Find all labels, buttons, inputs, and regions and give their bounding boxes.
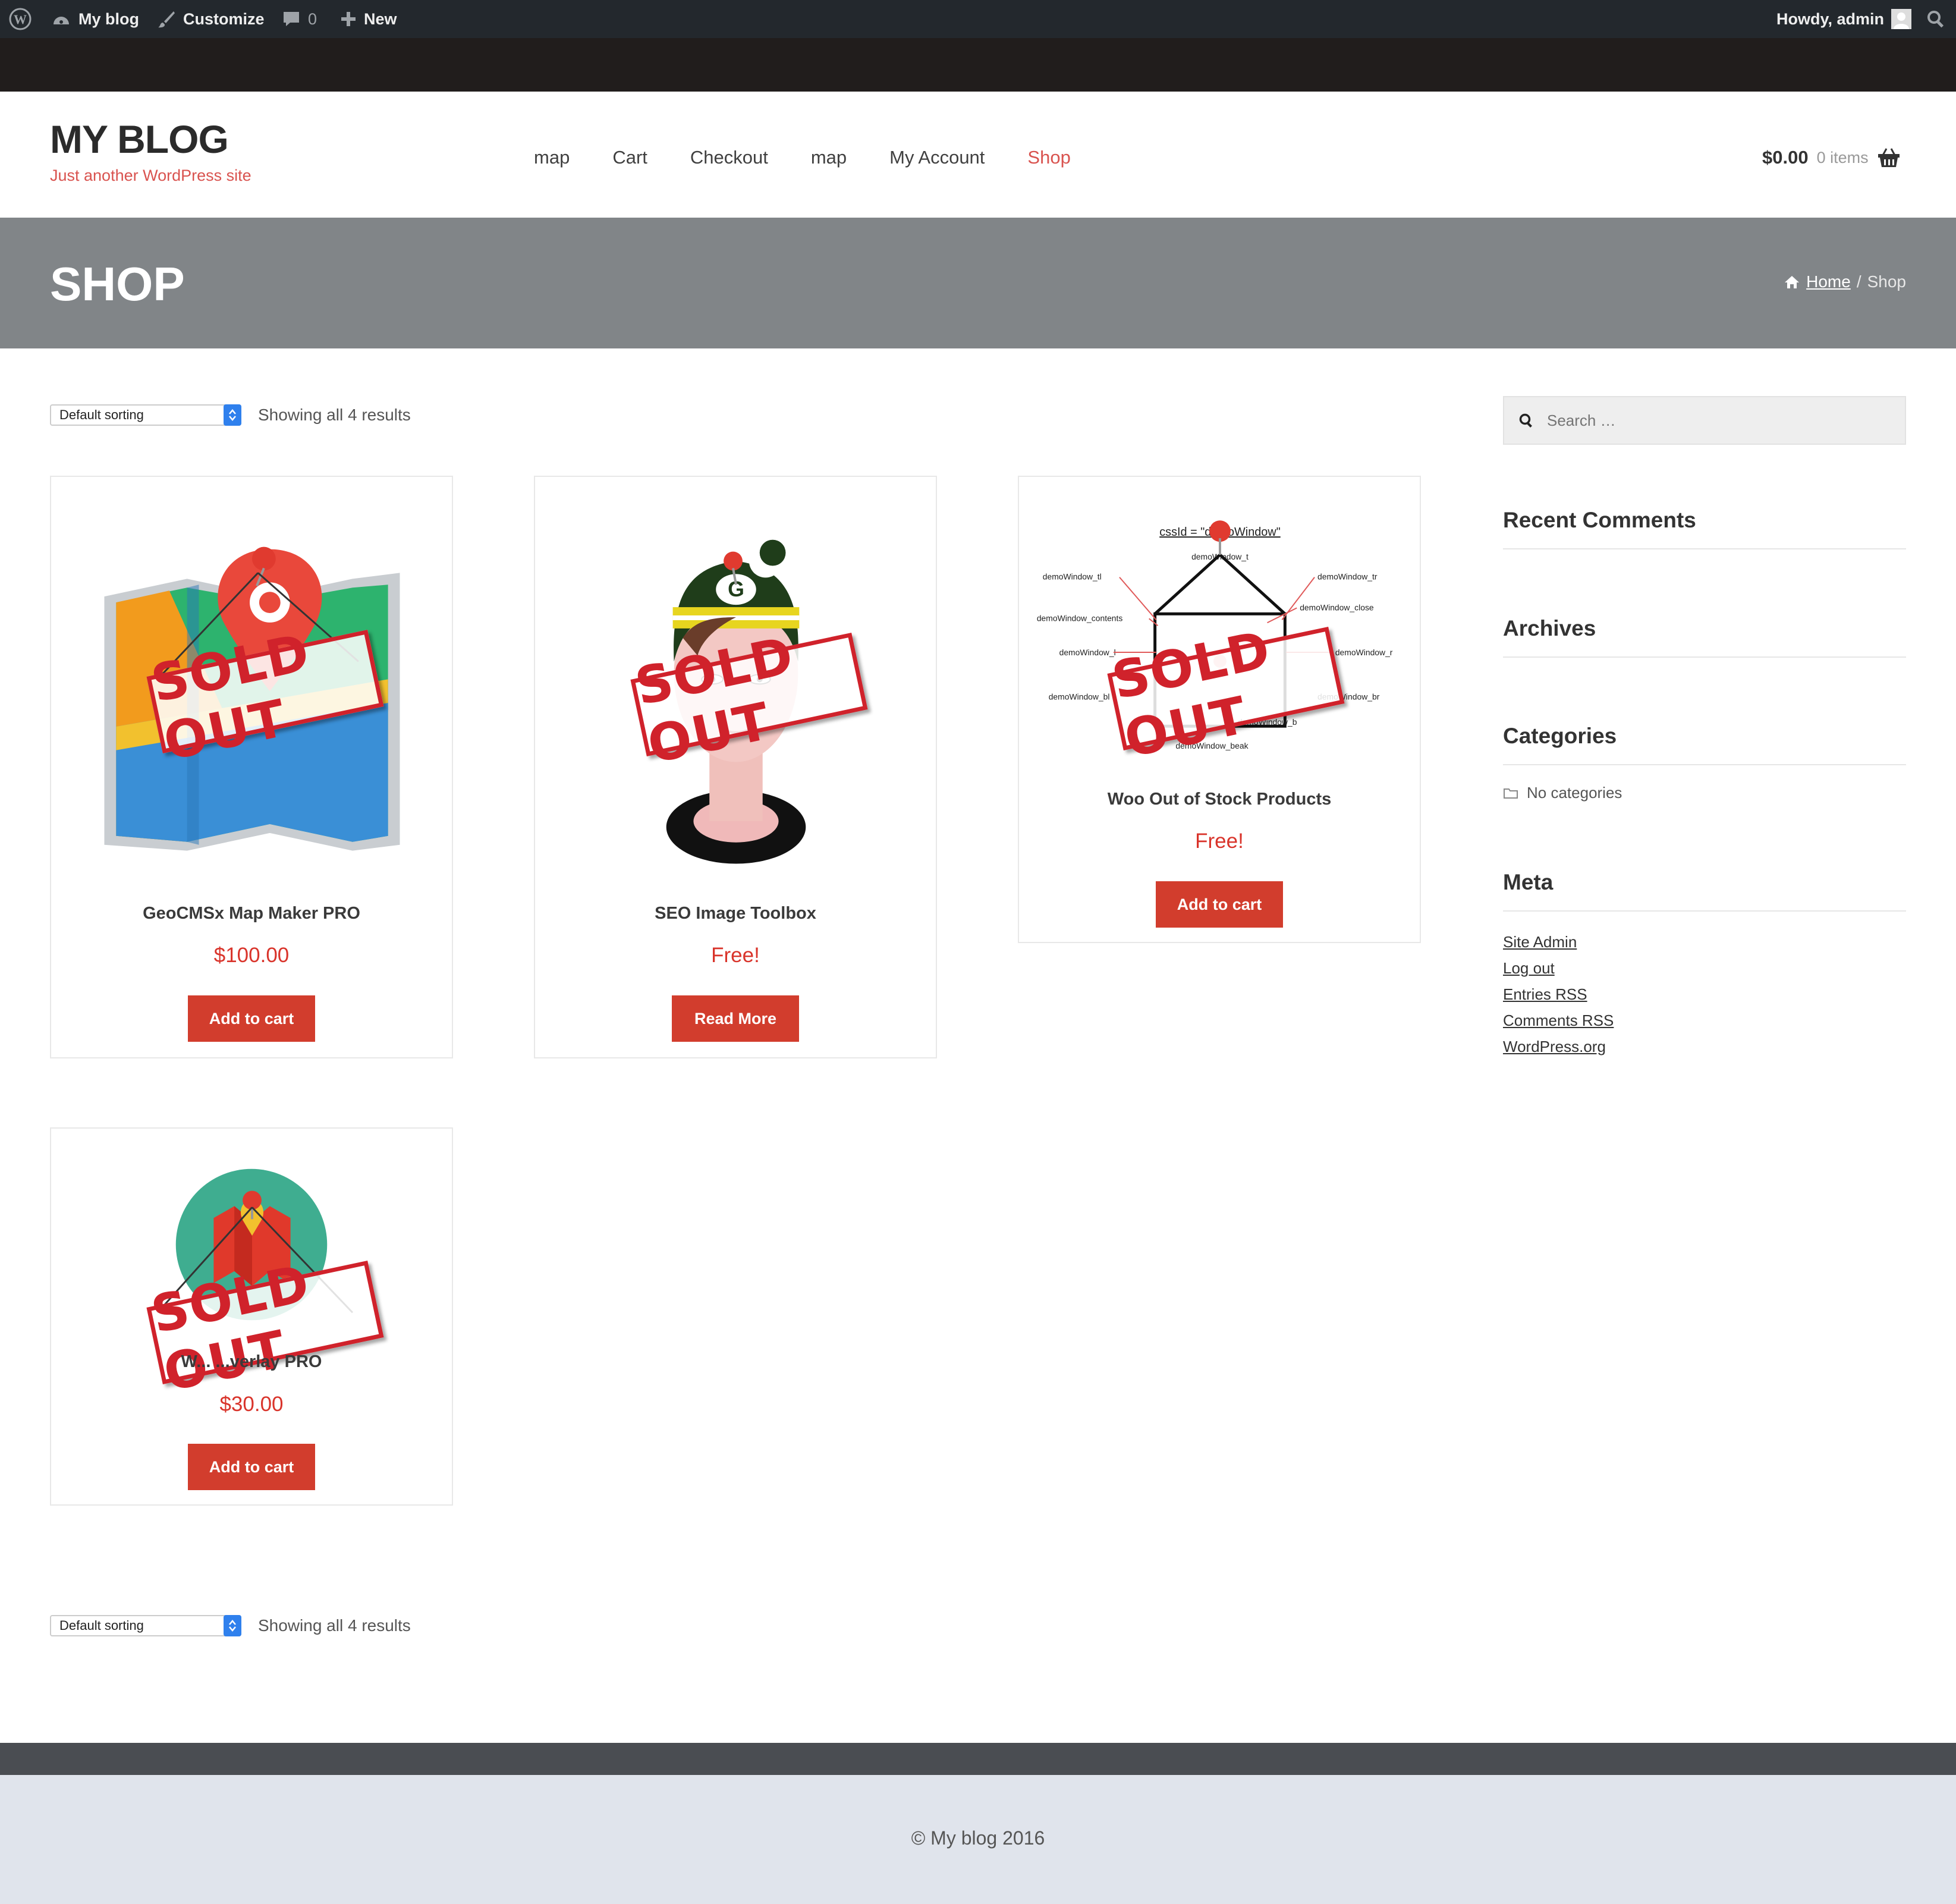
comments-count: 0 <box>308 10 317 28</box>
sort-select-value: Default sorting <box>59 1618 144 1633</box>
read-more-button[interactable]: Read More <box>672 995 799 1042</box>
page-banner: SHOP Home / Shop <box>0 218 1956 348</box>
customize-label: Customize <box>183 10 265 28</box>
meta-link-wordpress-org[interactable]: WordPress.org <box>1503 1033 1614 1060</box>
ordering-top: Default sorting Showing all 4 results <box>50 404 411 426</box>
breadcrumb: Home / Shop <box>1784 272 1906 291</box>
comment-icon <box>284 12 299 26</box>
comments-link[interactable]: 0 <box>282 0 317 38</box>
meta-link-comments-rss[interactable]: Comments RSS <box>1503 1007 1614 1033</box>
diagram-tl-label: demoWindow_tl <box>1043 572 1102 582</box>
meta-links: Site Admin Log out Entries RSS Comments … <box>1503 929 1614 1060</box>
site-title[interactable]: MY BLOG <box>50 117 229 162</box>
add-to-cart-button[interactable]: Add to cart <box>188 995 315 1042</box>
diagram-r-label: demoWindow_r <box>1335 648 1393 657</box>
product-card[interactable]: SOLD OUT GeoCMSx Map Maker PRO $100.00 A… <box>50 476 453 1058</box>
add-to-cart-button[interactable]: Add to cart <box>1156 881 1283 928</box>
customize-link[interactable]: Customize <box>157 0 265 38</box>
site-tagline: Just another WordPress site <box>50 166 251 184</box>
primary-nav: map Cart Checkout map My Account Shop <box>534 143 1114 172</box>
result-count: Showing all 4 results <box>258 1616 411 1635</box>
categories-heading: Categories <box>1503 724 1906 765</box>
product-price: Free! <box>711 944 760 967</box>
recent-comments-heading: Recent Comments <box>1503 508 1906 549</box>
copyright: © My blog 2016 <box>911 1827 1045 1849</box>
archives-heading: Archives <box>1503 616 1906 658</box>
header-cart[interactable]: $0.00 0 items <box>1762 143 1901 172</box>
nav-item-my-account[interactable]: My Account <box>889 147 985 168</box>
nav-item-map-2[interactable]: map <box>811 147 847 168</box>
diagram-bl-label: demoWindow_bl <box>1049 692 1110 701</box>
nav-item-checkout[interactable]: Checkout <box>690 147 768 168</box>
folder-icon <box>1504 788 1518 799</box>
sidebar-search[interactable] <box>1503 396 1906 445</box>
product-card[interactable]: G SOLD OUT SEO Image Toolbox Free! Read … <box>534 476 937 1058</box>
search-icon <box>1927 11 1944 28</box>
product-card[interactable]: cssId = "demoWindow" demoWindow_t demoWi… <box>1018 476 1421 943</box>
sort-select[interactable]: Default sorting <box>50 1615 241 1636</box>
diagram-contents-label: demoWindow_contents <box>1037 613 1123 623</box>
search-input[interactable] <box>1547 411 1880 430</box>
search-icon <box>1519 413 1532 428</box>
meta-link-site-admin[interactable]: Site Admin <box>1503 929 1614 955</box>
meta-heading: Meta <box>1503 870 1906 912</box>
site-name-link[interactable]: My blog <box>51 0 139 38</box>
product-price: $30.00 <box>219 1393 284 1416</box>
select-arrows-icon <box>224 404 241 426</box>
nav-item-shop[interactable]: Shop <box>1027 147 1070 168</box>
nav-item-cart[interactable]: Cart <box>612 147 647 168</box>
select-arrows-icon <box>224 1615 241 1636</box>
sort-select-value: Default sorting <box>59 407 144 422</box>
svg-text:W: W <box>14 12 27 27</box>
no-categories-text: No categories <box>1527 784 1622 802</box>
admin-bar: W My blog Customize 0 New Howdy, admin <box>0 0 1956 38</box>
diagram-tr-label: demoWindow_tr <box>1317 572 1378 582</box>
add-to-cart-button[interactable]: Add to cart <box>188 1444 315 1490</box>
dashboard-icon <box>54 17 69 24</box>
product-title[interactable]: Woo Out of Stock Products <box>1019 790 1420 809</box>
cart-amount: $0.00 <box>1762 147 1809 168</box>
ordering-bottom: Default sorting Showing all 4 results <box>50 1615 411 1636</box>
breadcrumb-separator: / <box>1856 272 1861 291</box>
meta-link-entries-rss[interactable]: Entries RSS <box>1503 981 1614 1007</box>
product-title[interactable]: GeoCMSx Map Maker PRO <box>51 904 452 923</box>
site-header: MY BLOG Just another WordPress site map … <box>0 92 1956 218</box>
product-title[interactable]: W... ...verlay PRO <box>51 1352 452 1372</box>
avatar <box>1891 9 1912 29</box>
result-count: Showing all 4 results <box>258 406 411 424</box>
product-title[interactable]: SEO Image Toolbox <box>535 904 936 923</box>
new-label: New <box>364 10 397 28</box>
top-strip <box>0 38 1956 92</box>
home-icon <box>1785 276 1800 288</box>
page-title: SHOP <box>50 257 185 310</box>
product-price: $100.00 <box>213 944 290 967</box>
no-categories: No categories <box>1503 784 1622 802</box>
basket-icon <box>1878 148 1900 167</box>
product-price: Free! <box>1195 830 1244 853</box>
site-footer: © My blog 2016 <box>0 1775 1956 1904</box>
new-content-link[interactable]: New <box>340 0 397 38</box>
breadcrumb-home-link[interactable]: Home <box>1806 272 1851 291</box>
sort-select[interactable]: Default sorting <box>50 404 241 426</box>
site-name-label: My blog <box>78 10 139 28</box>
meta-link-log-out[interactable]: Log out <box>1503 955 1614 981</box>
cart-item-count: 0 items <box>1816 148 1869 166</box>
nav-item-map[interactable]: map <box>534 147 570 168</box>
wordpress-logo-icon: W <box>9 8 32 30</box>
brush-icon <box>158 11 175 28</box>
breadcrumb-current: Shop <box>1867 272 1906 291</box>
howdy-label: Howdy, admin <box>1776 10 1885 28</box>
wp-logo-button[interactable]: W <box>8 0 32 38</box>
product-card[interactable]: SOLD OUT W... ...verlay PRO $30.00 Add t… <box>50 1127 453 1506</box>
my-account-link[interactable]: Howdy, admin <box>1776 0 1912 38</box>
admin-search-button[interactable] <box>1926 0 1945 38</box>
footer-bar <box>0 1743 1956 1775</box>
plus-icon <box>341 12 356 26</box>
